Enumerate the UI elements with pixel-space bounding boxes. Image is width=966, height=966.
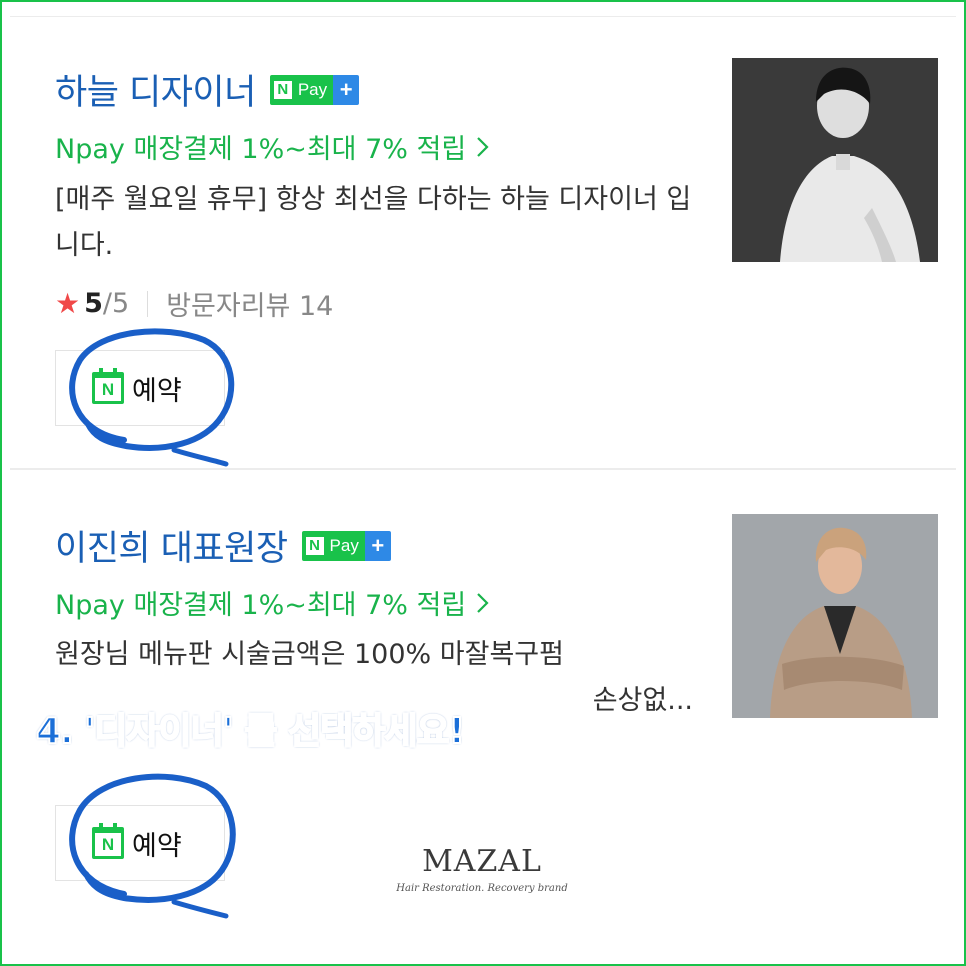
rating-score: 5 bbox=[84, 288, 103, 319]
star-icon: ★ bbox=[55, 287, 81, 320]
plus-icon: + bbox=[364, 530, 391, 561]
npay-plus-badge: N Pay + bbox=[269, 74, 360, 105]
instruction-annotation: 4. '디자이너' 를 선택하세요! bbox=[35, 710, 466, 753]
brand-name: MAZAL bbox=[422, 844, 542, 879]
chevron-right-icon bbox=[477, 137, 489, 157]
designer-portrait-icon bbox=[732, 58, 938, 262]
director-title[interactable]: 이진희 대표원장 bbox=[55, 520, 288, 571]
promo-text: Npay 매장결제 1%~최대 7% 적립 bbox=[55, 134, 467, 165]
reserve-button[interactable]: N 예약 bbox=[55, 350, 225, 426]
rating-max: /5 bbox=[102, 288, 130, 319]
naver-calendar-icon: N bbox=[92, 368, 124, 404]
title-row: 하늘 디자이너 N Pay + bbox=[55, 64, 360, 115]
director-portrait-icon bbox=[732, 514, 938, 718]
mazal-brand-logo: MAZAL Hair Restoration. Recovery brand bbox=[382, 844, 582, 894]
naver-n-icon: N bbox=[273, 80, 292, 99]
rating-row: ★ 5 /5 방문자리뷰 14 bbox=[55, 284, 333, 323]
top-divider bbox=[10, 16, 956, 17]
naver-n-icon: N bbox=[305, 536, 324, 555]
naver-calendar-icon: N bbox=[92, 823, 124, 859]
plus-icon: + bbox=[333, 74, 360, 105]
brand-tagline: Hair Restoration. Recovery brand bbox=[396, 883, 568, 894]
screenshot-frame: 하늘 디자이너 N Pay + Npay 매장결제 1%~최대 7% 적립 [매주… bbox=[0, 0, 966, 966]
reserve-label: 예약 bbox=[132, 830, 182, 862]
promo-text: Npay 매장결제 1%~최대 7% 적립 bbox=[55, 590, 467, 621]
rating-separator bbox=[147, 290, 149, 317]
designer-photo[interactable] bbox=[732, 58, 938, 262]
reserve-label: 예약 bbox=[132, 375, 182, 407]
description-line-1: 원장님 메뉴판 시술금액은 100% 마잘복구펌 bbox=[55, 639, 564, 670]
reserve-button[interactable]: N 예약 bbox=[55, 805, 225, 881]
npay-promo-link[interactable]: Npay 매장결제 1%~최대 7% 적립 bbox=[55, 583, 490, 622]
pay-label: Pay bbox=[329, 535, 359, 555]
designer-title[interactable]: 하늘 디자이너 bbox=[55, 64, 256, 115]
listing-divider bbox=[10, 468, 956, 470]
listing-description: [매주 월요일 휴무] 항상 최선을 다하는 하늘 디자이너 입니다. bbox=[55, 184, 692, 261]
chevron-right-icon bbox=[477, 593, 489, 613]
npay-plus-badge: N Pay + bbox=[301, 530, 391, 561]
title-row: 이진희 대표원장 N Pay + bbox=[55, 520, 391, 571]
pay-label: Pay bbox=[297, 79, 328, 99]
npay-promo-link[interactable]: Npay 매장결제 1%~최대 7% 적립 bbox=[55, 127, 490, 166]
visitor-reviews-link[interactable]: 방문자리뷰 14 bbox=[166, 284, 333, 323]
director-photo[interactable] bbox=[732, 514, 938, 718]
